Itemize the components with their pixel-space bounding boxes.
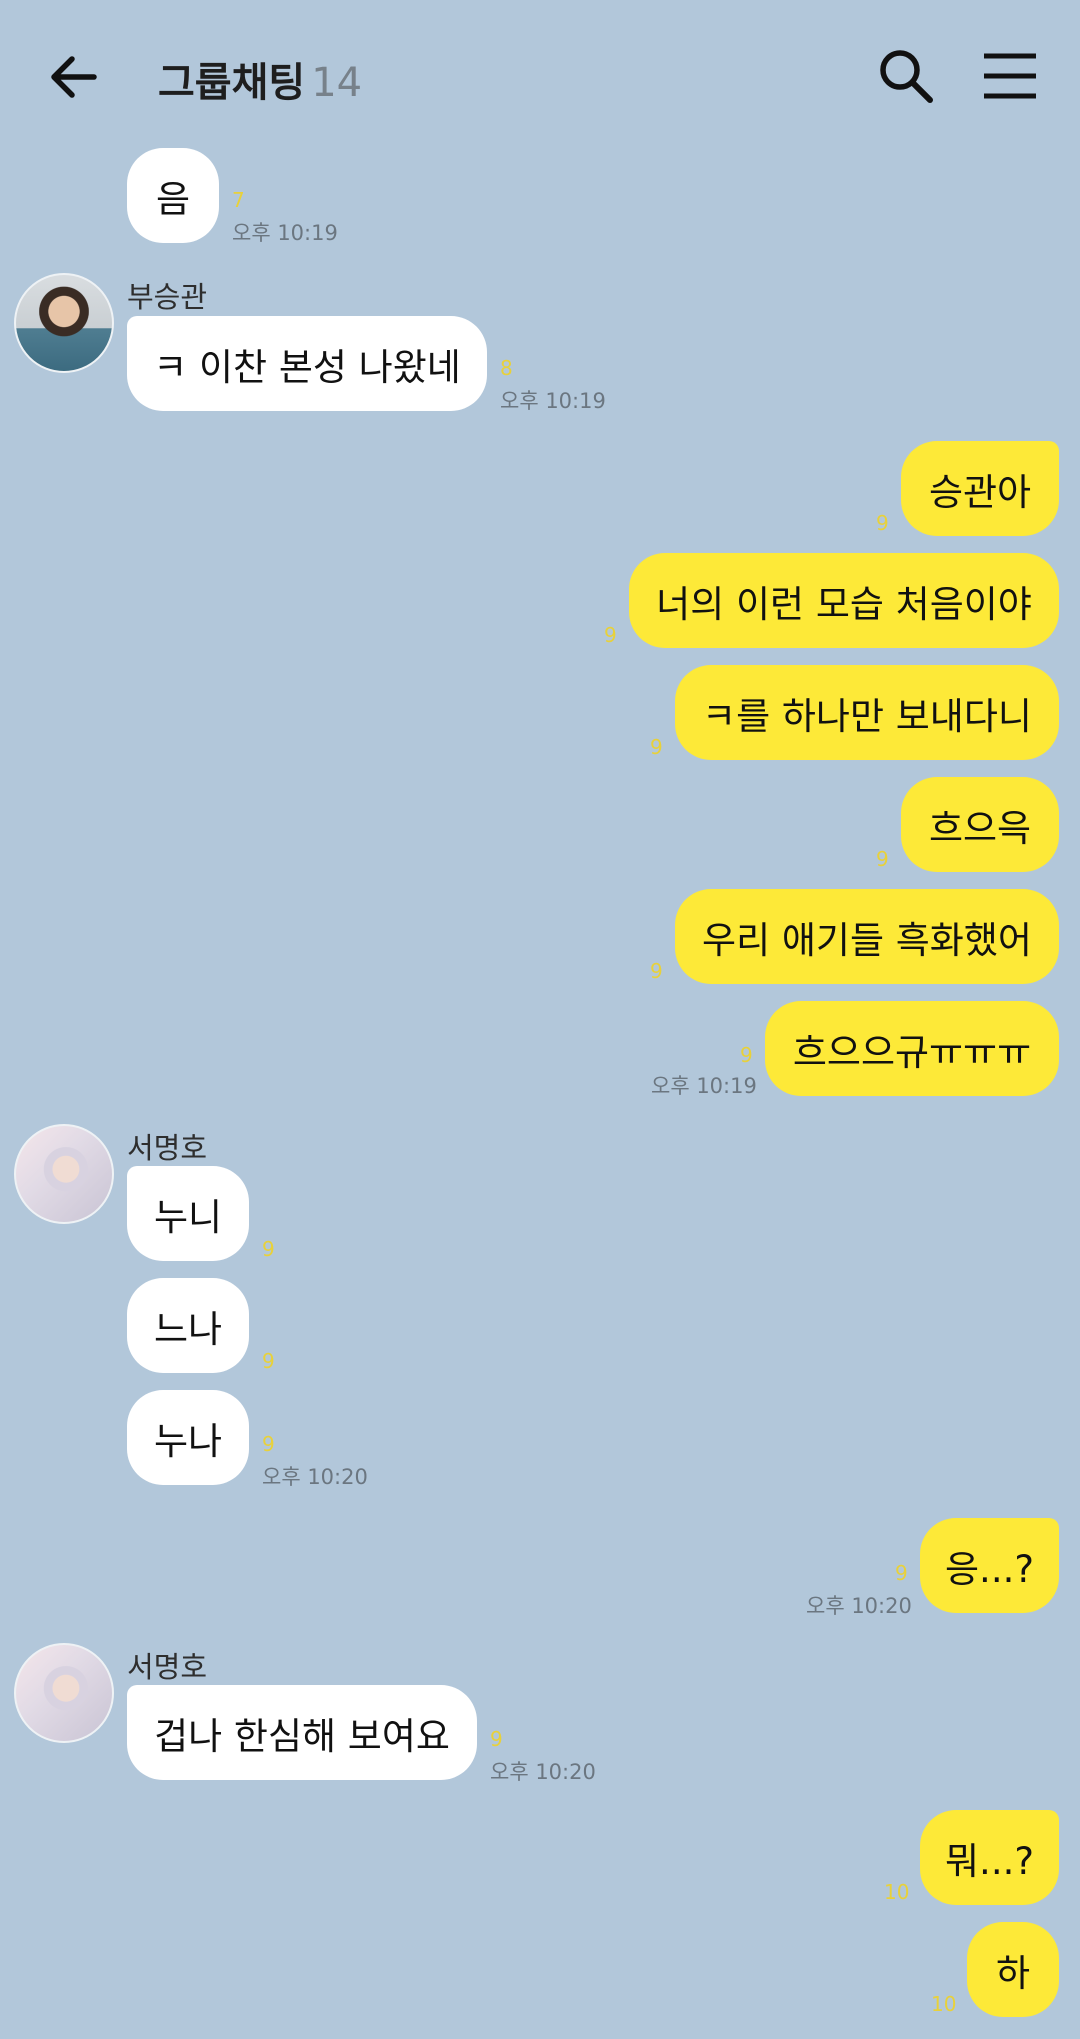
unread-count: 9 [740,1043,753,1067]
search-icon [880,50,933,103]
avatar[interactable] [14,1124,114,1224]
message-bubble[interactable]: ㅋ 이찬 본성 나왔네 [127,316,487,411]
unread-count: 9 [876,847,889,871]
message-bubble[interactable]: 하 [967,1922,1059,2017]
unread-count: 9 [604,623,617,647]
avatar[interactable] [14,1643,114,1743]
message-time: 오후 10:20 [490,1760,596,1784]
message-bubble[interactable]: 승관아 [901,441,1059,536]
message-bubble[interactable]: 너의 이런 모습 처음이야 [629,553,1059,648]
unread-count: 9 [650,959,663,983]
member-count: 14 [311,60,363,106]
unread-count: 10 [931,1992,957,2016]
message-bubble[interactable]: 누니 [127,1166,249,1261]
message-bubble[interactable]: 음 [127,148,219,243]
chat-header: 그룹채팅 14 [0,0,1080,150]
unread-count: 7 [232,188,245,212]
unread-count: 9 [262,1432,275,1456]
message-bubble[interactable]: 누나 [127,1390,249,1485]
message-bubble[interactable]: 겁나 한심해 보여요 [127,1685,477,1780]
chat-title: 그룹채팅 14 [158,50,362,108]
hamburger-menu-icon [984,53,1036,99]
unread-count: 9 [262,1349,275,1373]
message-bubble[interactable]: 느나 [127,1278,249,1373]
message-time: 오후 10:20 [806,1594,912,1618]
message-bubble[interactable]: 흐으윽 [901,777,1059,872]
message-time: 오후 10:19 [232,221,338,245]
sender-name: 서명호 [127,1131,208,1165]
arrow-left-icon [51,56,97,98]
message-bubble[interactable]: 우리 애기들 흑화했어 [675,889,1059,984]
back-button[interactable] [44,45,108,109]
message-bubble[interactable]: ㅋ를 하나만 보내다니 [675,665,1059,760]
avatar[interactable] [14,273,114,373]
chat-title-text: 그룹채팅 [158,60,306,106]
message-bubble[interactable]: 응...? [920,1518,1059,1613]
unread-count: 10 [884,1880,910,1904]
sender-name: 서명호 [127,1650,208,1684]
message-bubble[interactable]: 흐으으규ㅠㅠㅠ [765,1001,1059,1096]
unread-count: 9 [262,1237,275,1261]
menu-button[interactable] [978,46,1042,106]
search-button[interactable] [874,44,938,108]
unread-count: 9 [895,1561,908,1585]
unread-count: 9 [490,1727,503,1751]
sender-name: 부승관 [127,280,208,314]
unread-count: 9 [876,511,889,535]
unread-count: 9 [650,735,663,759]
message-bubble[interactable]: 뭐...? [920,1810,1059,1905]
message-time: 오후 10:19 [500,389,606,413]
unread-count: 8 [500,356,513,380]
message-time: 오후 10:19 [651,1074,757,1098]
message-time: 오후 10:20 [262,1465,368,1489]
